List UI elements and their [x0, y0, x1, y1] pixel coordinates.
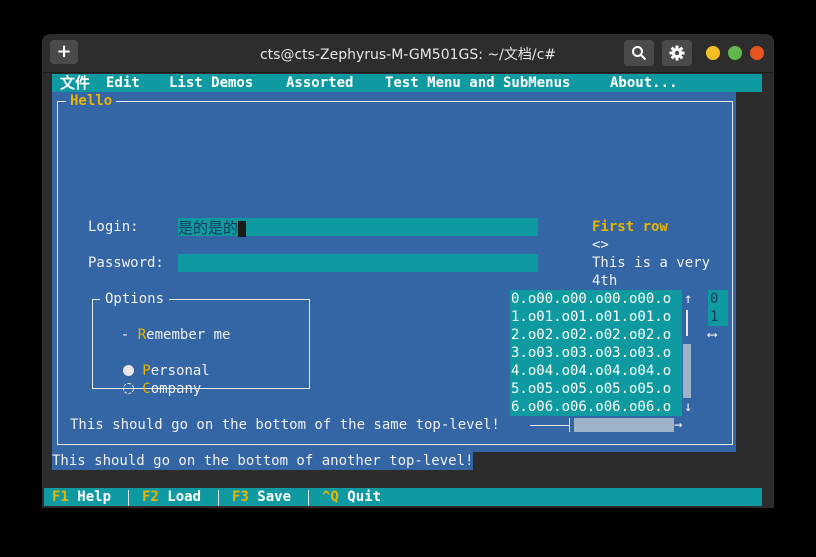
- status-separator: [128, 490, 129, 506]
- login-field[interactable]: 是的是的: [178, 218, 538, 237]
- list-first-row[interactable]: First row: [592, 218, 668, 236]
- settings-button[interactable]: [662, 40, 692, 66]
- help-label: Help: [77, 489, 112, 505]
- status-save[interactable]: F3 Save: [232, 488, 291, 506]
- f3-key: F3: [232, 489, 249, 505]
- login-label: Login:: [88, 219, 139, 235]
- maximize-button[interactable]: [728, 46, 742, 60]
- bottom-another-label: This should go on the bottom of another …: [52, 452, 474, 470]
- f1-key: F1: [52, 489, 69, 505]
- terminal-scrollbar[interactable]: [764, 73, 774, 508]
- status-quit[interactable]: ^Q Quit: [322, 488, 381, 506]
- list-view-row[interactable]: 4.o04.o04.o04.o04.o: [511, 362, 671, 380]
- side-list-item-1[interactable]: 1: [710, 308, 718, 326]
- quit-label: Quit: [347, 489, 382, 505]
- menu-list-demos[interactable]: List Demos: [169, 74, 253, 92]
- title-bar: + cts@cts-Zephyrus-M-GM501GS: ~/文档/c#: [42, 34, 774, 73]
- options-title: Options: [100, 290, 170, 308]
- side-list-item-0[interactable]: 0: [710, 290, 718, 308]
- list-view-row[interactable]: 0.o00.o00.o00.o00.o: [511, 290, 671, 308]
- hscroll-divider: [569, 418, 570, 432]
- scroll-down-arrow[interactable]: ↓: [684, 398, 692, 416]
- list-view-row[interactable]: 1.o01.o01.o01.o01.o: [511, 308, 671, 326]
- status-separator: [218, 490, 219, 506]
- list-angle-row[interactable]: <>: [592, 236, 609, 254]
- hello-frame-title: Hello: [66, 92, 117, 110]
- minimize-button[interactable]: [706, 46, 720, 60]
- menu-file[interactable]: 文件: [60, 74, 90, 92]
- status-separator: [308, 490, 309, 506]
- list-view-row[interactable]: 3.o03.o03.o03.o03.o: [511, 344, 671, 362]
- radio-company[interactable]: Company: [106, 362, 201, 397]
- remember-me-checkbox[interactable]: - Remember me: [104, 308, 231, 343]
- vertical-scroll-thumb[interactable]: [683, 344, 691, 398]
- radio-unselected-icon: [122, 383, 134, 394]
- menu-bar: 文件 Edit List Demos Assorted Test Menu an…: [52, 74, 762, 92]
- text-cursor: [238, 220, 247, 237]
- password-field[interactable]: [178, 254, 538, 272]
- search-icon: [632, 46, 647, 61]
- radio-personal[interactable]: Personal: [106, 344, 210, 379]
- login-value: 是的是的: [178, 219, 239, 237]
- company-hotkey: C: [142, 381, 151, 397]
- close-button[interactable]: [750, 46, 764, 60]
- scroll-up-arrow[interactable]: ↑: [684, 290, 692, 308]
- menu-assorted[interactable]: Assorted: [286, 74, 353, 92]
- search-button[interactable]: [624, 40, 654, 66]
- gear-icon: [669, 45, 685, 61]
- list-view-row[interactable]: 5.o05.o05.o05.o05.o: [511, 380, 671, 398]
- remember-hotkey: R: [137, 327, 147, 343]
- list-fourth-row[interactable]: 4th: [592, 272, 617, 290]
- load-label: Load: [167, 489, 202, 505]
- scroll-right-arrow[interactable]: →: [674, 416, 682, 434]
- password-label: Password:: [88, 255, 164, 271]
- list-long-row[interactable]: This is a very: [592, 254, 710, 272]
- company-label: ompany: [150, 381, 202, 397]
- ctrl-q-key: ^Q: [322, 489, 339, 505]
- status-help[interactable]: F1 Help: [52, 488, 111, 506]
- scroll-track: [686, 310, 688, 336]
- menu-about[interactable]: About...: [610, 74, 677, 92]
- bottom-same-label: This should go on the bottom of the same…: [70, 417, 500, 433]
- save-label: Save: [257, 489, 292, 505]
- horizontal-scroll-thumb[interactable]: [574, 418, 674, 432]
- list-view-row[interactable]: 6.o06.o06.o06.o06.o: [511, 398, 671, 416]
- status-load[interactable]: F2 Load: [142, 488, 201, 506]
- remember-label: emember me: [146, 327, 231, 343]
- hscroll-track: [530, 425, 570, 426]
- menu-edit[interactable]: Edit: [106, 74, 140, 92]
- status-bar: F1 Help F2 Load F3 Save ^Q Quit: [44, 488, 762, 506]
- menu-test-submenus[interactable]: Test Menu and SubMenus: [385, 74, 570, 92]
- checkbox-mark: -: [120, 327, 130, 343]
- list-view-row[interactable]: 2.o02.o02.o02.o02.o: [511, 326, 671, 344]
- horizontal-scroll-arrows[interactable]: ⟷: [708, 326, 716, 344]
- f2-key: F2: [142, 489, 159, 505]
